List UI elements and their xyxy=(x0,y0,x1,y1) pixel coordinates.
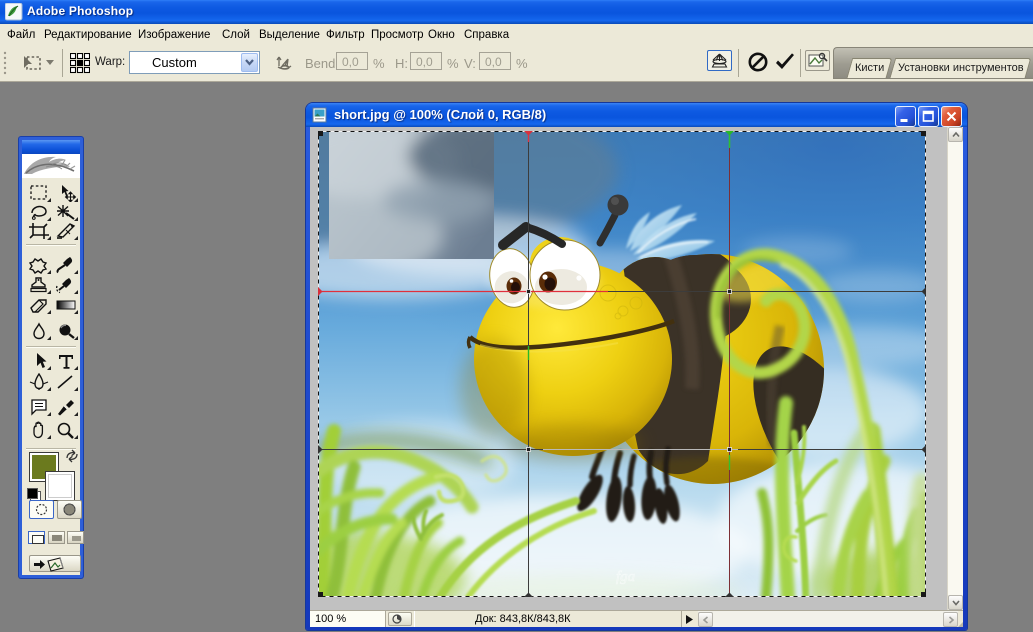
svg-text:fga: fga xyxy=(616,569,635,585)
